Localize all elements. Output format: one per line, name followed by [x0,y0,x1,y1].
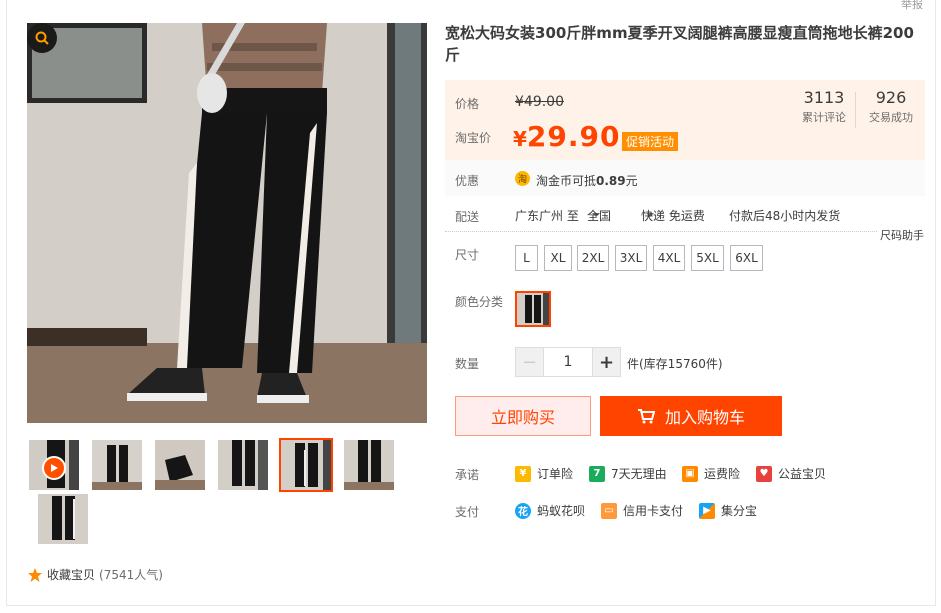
payment-credit-card[interactable]: ▭ 信用卡支付 [601,502,683,519]
order-insurance-icon: ¥ [515,465,531,482]
service-label: 运费险 [704,467,741,481]
size-help-link[interactable]: 尺码助手 [878,227,924,243]
stock-info: 件(库存15760件) [627,357,723,371]
price-label: 价格 [455,97,480,111]
size-option-6xl[interactable]: 6XL [730,245,763,271]
payment-label: 支付 [455,505,480,519]
quantity-stepper: − 1 + [515,347,621,377]
payment-method-label: 信用卡支付 [623,504,684,518]
service-order-insurance[interactable]: ¥ 订单险 [515,465,573,482]
thumbnail-image[interactable] [155,440,205,490]
thumbnail-image[interactable] [344,440,394,490]
sales-count-label: 交易成功 [869,111,913,124]
divider [445,231,923,232]
size-option-3xl[interactable]: 3XL [615,245,647,271]
shipping-destination-select[interactable]: 全国 [587,207,611,223]
star-icon [28,567,42,582]
favorite-label: 收藏宝贝 [47,568,96,582]
service-charity[interactable]: ♥ 公益宝贝 [756,465,826,482]
discount-amount: 0.89 [596,174,626,188]
jifenbao-icon: ▶ [699,502,715,519]
buy-now-button[interactable]: 立即购买 [455,396,591,436]
current-price: ¥29.90 [513,120,621,153]
zoom-icon[interactable] [27,23,57,53]
payment-huabei[interactable]: 花 蚂蚁花呗 [515,502,585,519]
review-count-label: 累计评论 [802,111,846,124]
discount-suffix: 元 [625,174,638,188]
shipping-method: 快递 免运费 [641,209,705,223]
service-label: 订单险 [537,467,574,481]
quantity-decrease-button[interactable]: − [516,348,543,376]
shipping-from: 广东广州 至 [515,209,579,223]
discount-prefix: 淘金币可抵 [536,174,597,188]
color-option-selected[interactable] [515,291,551,327]
service-seven-day-return[interactable]: 7 7天无理由 [589,465,667,482]
taobao-coin-icon: 淘 [515,171,530,186]
freight-insurance-icon: ▣ [682,465,698,482]
service-label: 7天无理由 [611,467,667,481]
favorite-button[interactable]: 收藏宝贝 (7541人气) [27,566,163,583]
add-to-cart-label: 加入购物车 [664,408,745,427]
thumbnail-image-selected[interactable] [279,438,333,492]
discount-label: 优惠 [455,174,480,188]
favorite-count: (7541人气) [99,568,163,582]
thumbnail-video[interactable] [29,440,79,490]
sales-count-stat: 926 交易成功 [863,88,919,125]
main-product-image[interactable] [27,23,427,423]
review-count: 3113 [803,88,845,107]
discount-text: 淘金币可抵0.89元 [536,172,638,189]
payment-method-label: 集分宝 [721,504,758,518]
size-option-2xl[interactable]: 2XL [577,245,609,271]
currency-symbol: ¥ [513,127,527,151]
quantity-input[interactable]: 1 [543,348,593,376]
review-count-stat[interactable]: 3113 累计评论 [797,88,851,125]
quantity-label: 数量 [455,357,480,371]
play-icon[interactable] [42,456,66,480]
promise-label: 承诺 [455,468,480,482]
size-label: 尺寸 [455,248,480,262]
size-option-5xl[interactable]: 5XL [691,245,724,271]
shipping-method-select[interactable]: 快递 免运费 [641,207,705,223]
add-to-cart-button[interactable]: 加入购物车 [600,396,782,436]
original-price: ¥49.00 [515,94,564,110]
dispatch-time: 付款后48小时内发货 [729,209,841,223]
size-option-xl[interactable]: XL [544,245,572,271]
thumbnail-image[interactable] [38,494,88,544]
size-option-l[interactable]: L [515,245,538,271]
credit-card-icon: ▭ [601,502,617,519]
quantity-increase-button[interactable]: + [593,348,620,376]
service-label: 公益宝贝 [778,467,827,481]
size-option-4xl[interactable]: 4XL [653,245,685,271]
stat-divider [855,92,856,128]
charity-icon: ♥ [756,465,772,482]
product-title: 宽松大码女装300斤胖mm夏季开叉阔腿裤高腰显瘦直筒拖地长裤200斤 [445,24,914,64]
huabei-icon: 花 [515,502,531,519]
thumbnail-image[interactable] [92,440,142,490]
thumbnail-image[interactable] [218,440,268,490]
service-freight-insurance[interactable]: ▣ 运费险 [682,465,740,482]
price-panel: 价格 ¥49.00 淘宝价 ¥29.90 促销活动 3113 累计评论 926 … [445,80,925,160]
seven-day-return-icon: 7 [589,465,605,482]
shipping-destination: 全国 [587,209,612,223]
cart-icon [637,409,655,424]
color-label: 颜色分类 [455,295,504,309]
payment-jifenbao[interactable]: ▶ 集分宝 [699,502,757,519]
promo-badge[interactable]: 促销活动 [622,132,679,151]
report-link[interactable]: 举报 [901,0,923,12]
discount-row: 优惠 淘 淘金币可抵0.89元 [445,160,925,196]
payment-method-label: 蚂蚁花呗 [537,504,586,518]
promo-price-label: 淘宝价 [455,131,492,145]
current-price-value: 29.90 [526,120,621,153]
sales-count: 926 [875,88,907,107]
shipping-label: 配送 [455,210,480,224]
